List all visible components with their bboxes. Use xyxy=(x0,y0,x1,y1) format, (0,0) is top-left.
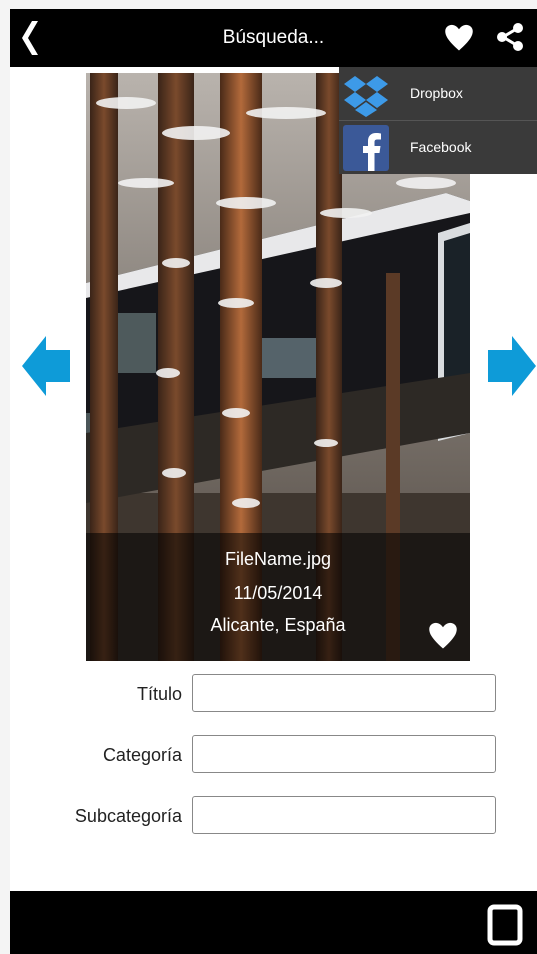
titulo-row: Título xyxy=(10,674,537,714)
favorite-button[interactable] xyxy=(444,23,474,53)
back-button[interactable] xyxy=(16,19,46,57)
categoria-row: Categoría xyxy=(10,735,537,775)
photo-caption: FileName.jpg 11/05/2014 Alicante, España xyxy=(86,533,470,661)
recent-apps-icon xyxy=(487,904,523,946)
next-photo-button[interactable] xyxy=(488,336,536,396)
arrow-left-icon xyxy=(22,336,70,396)
share-facebook-label: Facebook xyxy=(410,139,472,155)
heart-icon xyxy=(445,24,473,51)
top-bar: Búsqueda... xyxy=(10,9,537,67)
share-icon xyxy=(497,23,523,51)
facebook-icon xyxy=(343,125,389,171)
photo-favorite-button[interactable] xyxy=(428,621,458,651)
titulo-input[interactable] xyxy=(192,674,496,712)
chevron-left-icon xyxy=(22,21,38,55)
app-screen: Búsqueda... Dropbox Facebook FileName.jp… xyxy=(10,9,537,954)
share-dropbox-label: Dropbox xyxy=(410,85,463,101)
share-facebook-item[interactable]: Facebook xyxy=(339,121,537,174)
previous-photo-button[interactable] xyxy=(22,336,70,396)
photo-date: 11/05/2014 xyxy=(233,583,323,603)
recent-apps-button[interactable] xyxy=(486,904,524,946)
categoria-input[interactable] xyxy=(192,735,496,773)
titulo-label: Título xyxy=(136,684,182,704)
subcategoria-label: Subcategoría xyxy=(74,806,182,826)
share-dropbox-item[interactable]: Dropbox xyxy=(339,67,537,120)
share-menu: Dropbox Facebook xyxy=(339,67,537,174)
arrow-right-icon xyxy=(488,336,536,396)
bottom-navigation-bar xyxy=(10,891,537,954)
heart-icon xyxy=(429,622,457,649)
photo-file-name: FileName.jpg xyxy=(224,549,332,569)
dropbox-icon xyxy=(344,76,388,117)
categoria-label: Categoría xyxy=(102,745,182,765)
share-button[interactable] xyxy=(494,21,526,53)
subcategoria-row: Subcategoría xyxy=(10,796,537,836)
photo-location: Alicante, España xyxy=(210,615,346,635)
subcategoria-input[interactable] xyxy=(192,796,496,834)
